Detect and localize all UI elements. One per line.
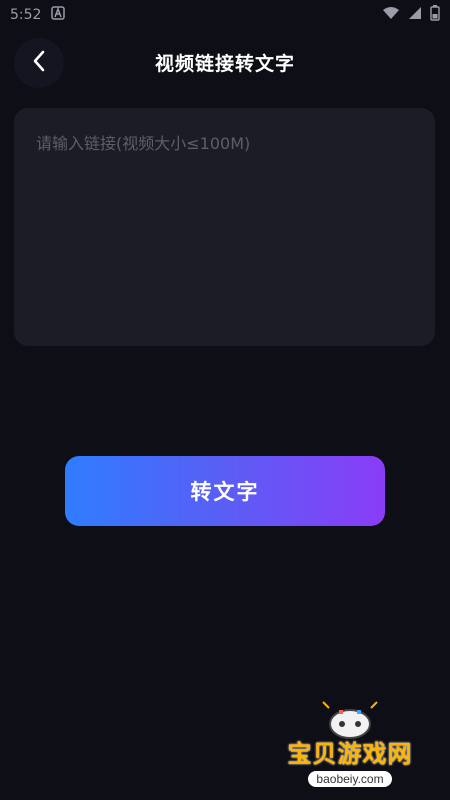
link-input[interactable]	[14, 108, 435, 346]
nav-bar: 视频链接转文字	[0, 36, 450, 88]
watermark: 宝贝游戏网 baobeiy.com	[270, 700, 430, 792]
status-bar: 5:52	[0, 0, 450, 30]
back-button[interactable]	[14, 38, 64, 88]
convert-to-text-button[interactable]: 转文字	[65, 456, 385, 526]
wifi-icon	[382, 6, 400, 24]
status-time: 5:52	[10, 7, 42, 23]
status-right	[382, 5, 440, 25]
watermark-domain: baobeiy.com	[308, 771, 392, 787]
watermark-name: 宝贝游戏网	[287, 740, 413, 768]
a-icon	[51, 6, 66, 24]
page-title: 视频链接转文字	[154, 52, 295, 75]
status-left: 5:52	[10, 6, 66, 24]
chevron-left-icon	[31, 50, 47, 76]
battery-icon	[430, 5, 440, 25]
signal-icon	[408, 6, 422, 24]
